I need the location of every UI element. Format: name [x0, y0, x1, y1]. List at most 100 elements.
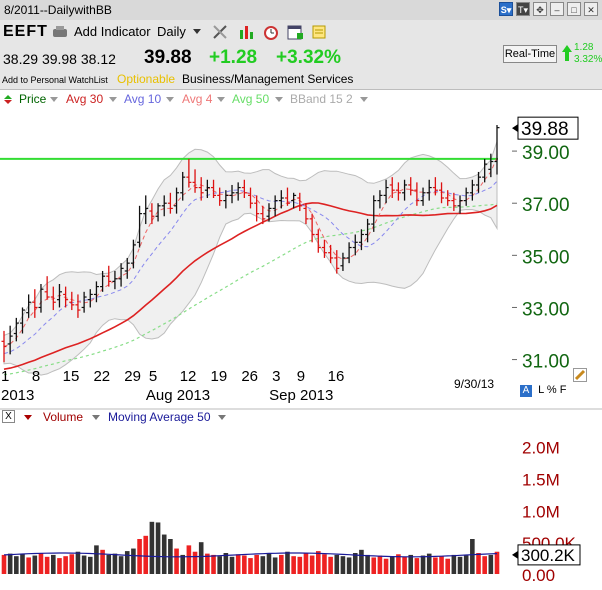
bar-chart-icon[interactable]	[238, 24, 254, 40]
date-axis-day: 5	[149, 368, 157, 385]
date-axis-day: 9	[297, 368, 305, 385]
realtime-change-value: 1.28	[574, 42, 594, 53]
volume-bar	[371, 557, 377, 574]
legend-price[interactable]: Price	[19, 92, 46, 106]
calendar-icon[interactable]	[287, 24, 303, 40]
chevron-down-icon[interactable]	[24, 415, 32, 420]
volume-bar	[334, 554, 340, 574]
pencil-icon[interactable]	[573, 368, 587, 382]
window-controls: S▾ T▾ ✥ – □ ✕	[499, 2, 598, 16]
volume-bar	[476, 553, 481, 574]
volume-bar	[20, 554, 25, 574]
t-menu-icon[interactable]: T▾	[516, 2, 530, 16]
indicator-gear-icon[interactable]	[52, 25, 68, 39]
legend-avg30[interactable]: Avg 30	[66, 92, 103, 106]
volume-bar	[235, 554, 241, 574]
volume-bar	[445, 558, 450, 574]
volume-bar	[143, 535, 149, 574]
percent-scale-toggle[interactable]: %	[547, 384, 557, 396]
legend-avg50[interactable]: Avg 50	[232, 92, 269, 106]
volume-bar	[439, 556, 444, 574]
volume-bar	[482, 556, 487, 574]
volume-bar	[463, 555, 469, 574]
chevron-down-icon[interactable]	[218, 415, 226, 420]
volume-bar	[26, 557, 31, 574]
open-value: 38.29	[3, 51, 39, 67]
log-scale-toggle[interactable]: L	[538, 384, 544, 396]
maximize-icon[interactable]: □	[567, 2, 581, 16]
volume-bar	[57, 558, 62, 574]
legend-bband[interactable]: BBand 15 2	[290, 92, 353, 106]
volume-bar	[433, 557, 438, 574]
volume-bar	[106, 554, 112, 574]
chevron-down-icon[interactable]	[275, 97, 283, 102]
date-axis-month: Aug 2013	[146, 387, 210, 404]
volume-bar	[229, 556, 235, 574]
add-indicator-button[interactable]: Add Indicator	[74, 24, 151, 39]
volume-bar	[198, 542, 204, 574]
chevron-down-icon[interactable]	[193, 29, 201, 34]
move-icon[interactable]: ✥	[533, 2, 547, 16]
indicator-legend: Price Avg 30 Avg 10 Avg 4 Avg 50 BBand 1…	[0, 90, 602, 108]
alert-tool-icon[interactable]: A	[520, 385, 532, 397]
volume-bar	[328, 556, 333, 574]
chevron-down-icon[interactable]	[92, 415, 100, 420]
volume-bar	[211, 554, 216, 574]
volume-bar	[38, 553, 44, 574]
volume-bar	[408, 554, 414, 574]
full-scale-toggle[interactable]: F	[560, 384, 567, 396]
draw-tools-icon[interactable]	[212, 24, 228, 40]
sector-label: Business/Management Services	[182, 72, 354, 86]
bollinger-band	[3, 141, 498, 376]
volume-bar	[315, 551, 321, 574]
date-axis-day: 12	[180, 368, 197, 385]
legend-avg4[interactable]: Avg 4	[182, 92, 212, 106]
last-date-label: 9/30/13	[454, 377, 495, 391]
ohlc-values: 38.29 39.98 38.12	[3, 51, 116, 67]
chevron-down-icon[interactable]	[50, 97, 58, 102]
period-select[interactable]: Daily	[157, 24, 186, 39]
last-price: 39.88	[144, 47, 192, 68]
close-icon[interactable]: ✕	[584, 2, 598, 16]
legend-volume-ma[interactable]: Moving Average 50	[108, 410, 211, 424]
s-menu-icon[interactable]: S▾	[499, 2, 513, 16]
legend-volume[interactable]: Volume	[43, 410, 83, 424]
chevron-down-icon[interactable]	[109, 97, 117, 102]
symbol-label[interactable]: EEFT	[3, 23, 48, 41]
chevron-down-icon[interactable]	[166, 97, 174, 102]
volume-bar	[359, 549, 364, 574]
price-change: +1.28	[209, 47, 258, 68]
alarm-clock-icon[interactable]	[263, 24, 279, 40]
chevron-down-icon[interactable]	[217, 97, 225, 102]
add-to-watchlist-link[interactable]: Add to Personal WatchList	[2, 75, 108, 85]
volume-bar	[383, 558, 389, 574]
volume-bar	[118, 556, 124, 574]
realtime-button[interactable]: Real-Time	[503, 45, 557, 63]
volume-bar	[131, 548, 136, 574]
volume-bar	[14, 556, 19, 574]
volume-bar	[266, 553, 272, 574]
volume-bar	[112, 553, 118, 574]
volume-bar	[470, 539, 475, 574]
minimize-icon[interactable]: –	[550, 2, 564, 16]
volume-bar	[420, 555, 426, 574]
volume-bar	[223, 553, 229, 574]
volume-bar	[7, 553, 13, 574]
close-panel-icon[interactable]: X	[2, 410, 15, 423]
notes-icon[interactable]	[311, 24, 327, 40]
current-price-label: 39.88	[521, 119, 569, 140]
chevron-down-icon[interactable]	[360, 97, 368, 102]
price-chart[interactable]: 39.00 37.00 35.00 33.00 31.00 39.88 1 8 15 22 29 5…	[0, 108, 602, 408]
realtime-change: 1.28 3.32%	[574, 42, 602, 66]
volume-chart[interactable]: 2.0M1.5M1.0M500.0K0.00300.2K	[0, 408, 602, 590]
volume-bar	[242, 555, 247, 574]
volume-bar	[291, 556, 296, 574]
date-axis-day: 3	[272, 368, 280, 385]
low-value: 38.12	[80, 51, 116, 67]
legend-avg10[interactable]: Avg 10	[124, 92, 161, 106]
volume-bar	[272, 557, 278, 574]
volume-bar	[69, 554, 75, 574]
optionable-label: Optionable	[117, 72, 176, 86]
window-title: 8/2011--DailywithBB	[4, 3, 112, 17]
date-axis-day: 1	[1, 368, 9, 385]
